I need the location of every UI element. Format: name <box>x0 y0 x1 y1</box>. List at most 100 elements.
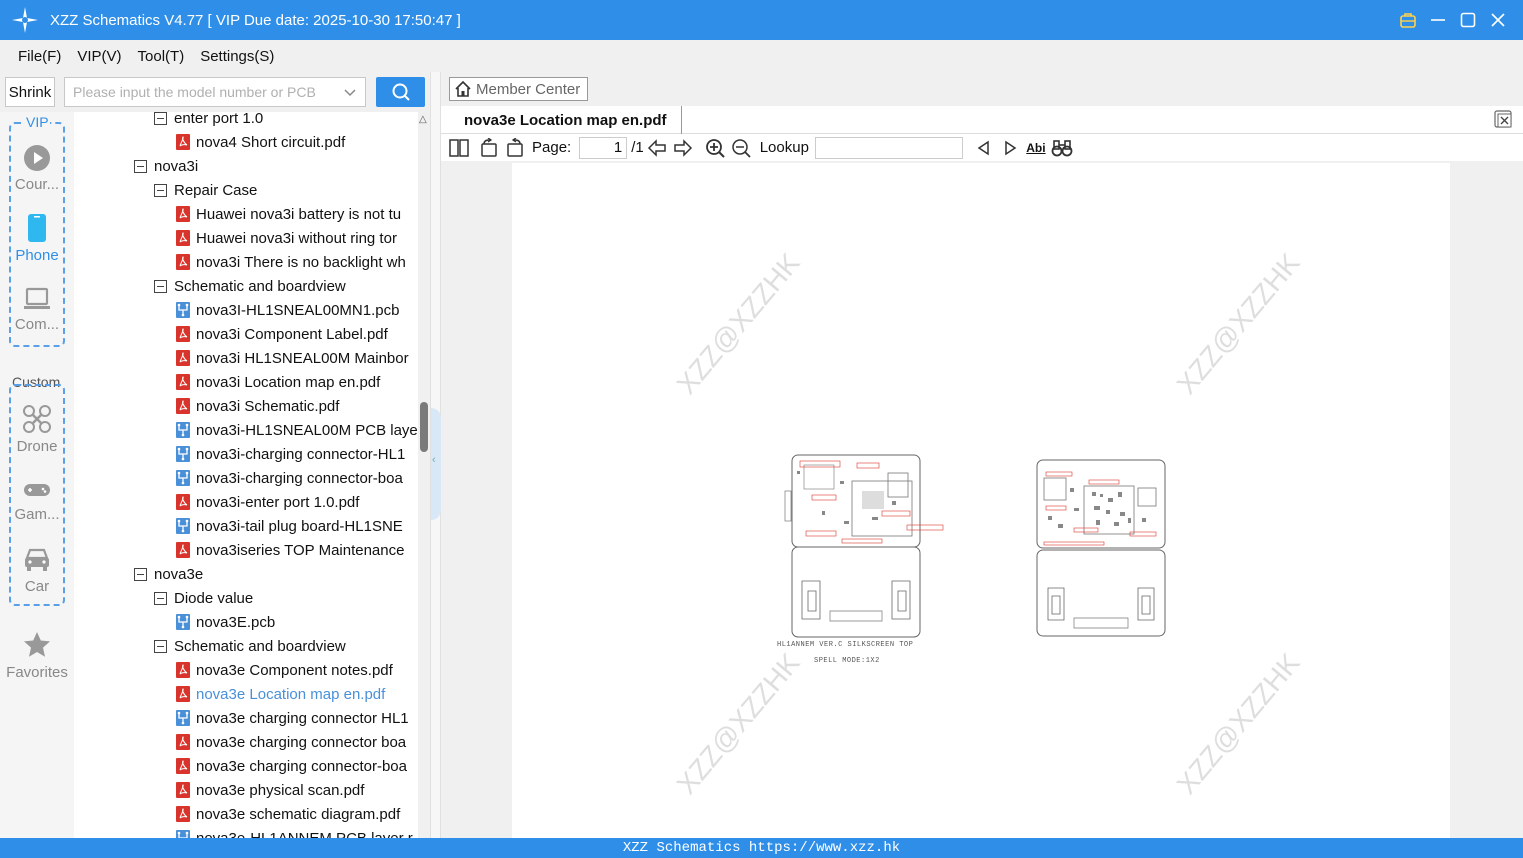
prev-page-button[interactable] <box>644 136 670 160</box>
chevron-down-icon[interactable] <box>343 85 357 99</box>
find-prev-button[interactable] <box>971 136 997 160</box>
sidebar-item-drone[interactable]: Drone <box>0 404 74 455</box>
pdf-page[interactable]: XZZ@XZZHK XZZ@XZZHK XZZ@XZZHK XZZ@XZZHK … <box>512 163 1450 840</box>
minimize-icon <box>1431 19 1445 21</box>
tree-file[interactable]: nova3i Component Label.pdf <box>176 322 388 346</box>
tree-file[interactable]: nova3i Schematic.pdf <box>176 394 339 418</box>
two-page-button[interactable] <box>446 136 472 160</box>
lookup-input[interactable] <box>814 136 963 159</box>
tree-file[interactable]: nova3i Location map en.pdf <box>176 370 380 394</box>
match-case-button[interactable]: Abi <box>1023 136 1049 160</box>
tree-file[interactable]: nova3i-tail plug board-HL1SNE <box>176 514 403 538</box>
tree-file[interactable]: nova3i-charging connector-boa <box>176 466 403 490</box>
tree-file[interactable]: Huawei nova3i battery is not tu <box>176 202 401 226</box>
search-button[interactable] <box>376 77 425 107</box>
pcb-file-icon <box>176 446 190 462</box>
tree-item-label: nova3i HL1SNEAL00M Mainbor <box>196 349 409 367</box>
tree-file[interactable]: nova3i-HL1SNEAL00M PCB laye <box>176 418 418 442</box>
member-center-button[interactable]: Member Center <box>449 77 588 101</box>
zoom-in-button[interactable] <box>702 136 728 160</box>
page-number-input[interactable]: 1 <box>579 136 628 159</box>
minimize-button[interactable] <box>1423 0 1453 40</box>
tab-document[interactable]: nova3e Location map en.pdf <box>445 106 682 134</box>
tree-file[interactable]: nova3I-HL1SNEAL00MN1.pcb <box>176 298 399 322</box>
find-all-button[interactable] <box>1049 136 1075 160</box>
collapse-toggle-icon[interactable] <box>134 159 147 173</box>
tree-item-label: nova3i-tail plug board-HL1SNE <box>196 517 403 535</box>
rotate-right-button[interactable] <box>502 136 528 160</box>
tree-folder[interactable]: nova3i <box>134 154 198 178</box>
tree-file[interactable]: nova3i-charging connector-HL1 <box>176 442 405 466</box>
shrink-button[interactable]: Shrink <box>5 77 55 107</box>
pcb-file-icon <box>176 614 190 630</box>
tree-folder[interactable]: Repair Case <box>154 178 257 202</box>
vip-bag-button[interactable] <box>1393 0 1423 40</box>
tree-item-label: enter port 1.0 <box>174 112 264 127</box>
sidebar-item-car[interactable]: Car <box>0 546 74 595</box>
tree-folder[interactable]: enter port 1.0 <box>154 112 263 130</box>
menu-settings[interactable]: Settings(S) <box>200 48 274 65</box>
tree-file[interactable]: Huawei nova3i without ring tor <box>176 226 397 250</box>
tree-item-label: nova3E.pcb <box>196 613 276 631</box>
model-search-combo[interactable] <box>64 77 366 107</box>
pdf-file-icon <box>176 782 190 798</box>
sidebar-item-courses[interactable]: Cour... <box>0 144 74 193</box>
scroll-up-icon[interactable]: △ <box>419 114 427 125</box>
tree-file[interactable]: nova3e schematic diagram.pdf <box>176 802 400 826</box>
phone-icon <box>28 214 46 242</box>
close-button[interactable] <box>1483 0 1513 40</box>
sidebar-item-phone[interactable]: Phone <box>0 213 74 264</box>
sidebar-item-games[interactable]: Gam... <box>0 478 74 523</box>
home-icon <box>455 80 471 97</box>
tree-item-label: nova3I-HL1SNEAL00MN1.pcb <box>196 301 400 319</box>
collapse-toggle-icon[interactable] <box>154 591 167 605</box>
pcb-file-icon <box>176 470 190 486</box>
tree-folder[interactable]: Schematic and boardview <box>154 274 346 298</box>
collapse-toggle-icon[interactable] <box>154 279 167 293</box>
board-diagram-left <box>784 454 944 638</box>
search-input[interactable] <box>73 84 333 100</box>
collapse-toggle-icon[interactable] <box>154 639 167 653</box>
menu-file[interactable]: File(F) <box>18 48 61 65</box>
rotate-left-button[interactable] <box>476 136 502 160</box>
tree-file[interactable]: nova3i HL1SNEAL00M Mainbor <box>176 346 409 370</box>
pdf-file-icon <box>176 494 190 510</box>
collapse-toggle-icon[interactable] <box>134 567 147 581</box>
tree-file[interactable]: nova4 Short circuit.pdf <box>176 130 345 154</box>
tree-file[interactable]: nova3e charging connector HL1 <box>176 706 409 730</box>
tree-file[interactable]: nova3e Location map en.pdf <box>176 682 385 706</box>
maximize-button[interactable] <box>1453 0 1483 40</box>
tree-folder[interactable]: nova3e <box>134 562 203 586</box>
tree-file[interactable]: nova3E.pcb <box>176 610 275 634</box>
tree-folder[interactable]: Diode value <box>154 586 253 610</box>
tree-scrollbar[interactable]: △ <box>418 112 430 840</box>
tree-file[interactable]: nova3i-enter port 1.0.pdf <box>176 490 359 514</box>
triangle-right-icon <box>1005 140 1017 155</box>
close-tab-icon[interactable] <box>1494 110 1512 128</box>
tree-file[interactable]: nova3i There is no backlight wh <box>176 250 406 274</box>
tree-folder[interactable]: Schematic and boardview <box>154 634 346 658</box>
find-next-button[interactable] <box>997 136 1023 160</box>
pdf-file-icon <box>176 758 190 774</box>
collapse-handle[interactable]: ‹ <box>431 408 441 520</box>
tree-item-label: nova3i-charging connector-HL1 <box>196 445 406 463</box>
scrollbar-thumb[interactable] <box>420 402 428 452</box>
tree-file[interactable]: nova3e charging connector-boa <box>176 754 407 778</box>
pdf-viewer[interactable]: XZZ@XZZHK XZZ@XZZHK XZZ@XZZHK XZZ@XZZHK … <box>441 161 1523 840</box>
collapse-toggle-icon[interactable] <box>154 183 167 197</box>
next-page-button[interactable] <box>670 136 696 160</box>
zoom-out-button[interactable] <box>728 136 754 160</box>
menu-tool[interactable]: Tool(T) <box>138 48 185 65</box>
star-icon <box>24 632 50 657</box>
sidebar-item-computer[interactable]: Com... <box>0 286 74 333</box>
pane-splitter[interactable]: ‹ <box>430 72 441 840</box>
sidebar-item-label: Favorites <box>6 664 68 681</box>
pdf-file-icon <box>176 350 190 366</box>
collapse-toggle-icon[interactable] <box>154 112 167 125</box>
tree-file[interactable]: nova3e physical scan.pdf <box>176 778 364 802</box>
tree-file[interactable]: nova3e charging connector boa <box>176 730 406 754</box>
menu-vip[interactable]: VIP(V) <box>77 48 121 65</box>
tree-file[interactable]: nova3e Component notes.pdf <box>176 658 393 682</box>
sidebar-item-favorites[interactable]: Favorites <box>0 630 74 681</box>
tree-file[interactable]: nova3iseries TOP Maintenance <box>176 538 404 562</box>
